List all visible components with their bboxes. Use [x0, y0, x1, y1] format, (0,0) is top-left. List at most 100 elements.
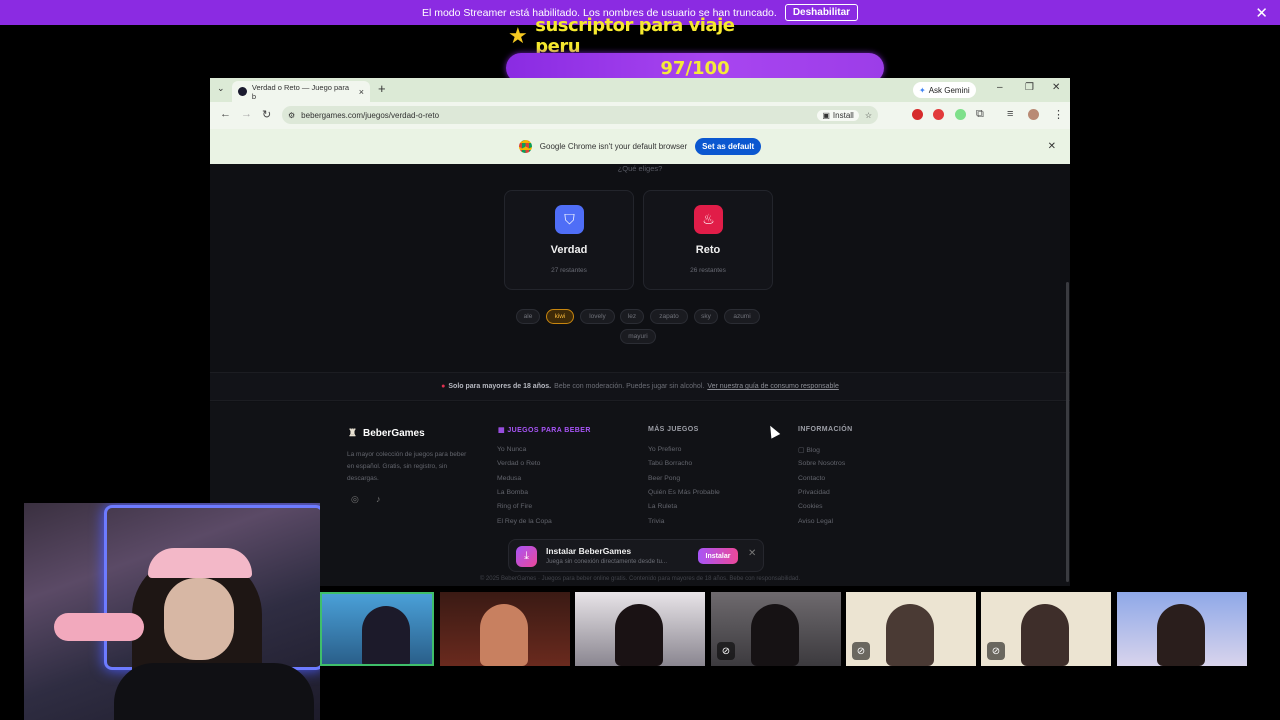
toast-subtitle: Juega sin conexión directamente desde tu…	[546, 558, 668, 565]
install-icon: ▣	[822, 110, 830, 120]
footer-brand[interactable]: ♜ BeberGames	[348, 428, 425, 439]
guest-person	[362, 606, 410, 664]
tab-bar: ⌄ Verdad o Reto — Juego para b × + ✦ Ask…	[210, 78, 1070, 102]
guest-avatar	[1021, 604, 1069, 666]
beer-logo-icon: ♜	[348, 428, 357, 439]
player-chip[interactable]: ale	[516, 309, 540, 324]
footer-link[interactable]: La Bomba	[497, 489, 528, 496]
green-extension-icon[interactable]	[955, 109, 966, 120]
reto-card[interactable]: ♨ Reto 26 restantes	[643, 190, 773, 290]
media-controls-icon[interactable]: ≡	[1007, 108, 1013, 120]
mas-juegos-heading: MÁS JUEGOS	[648, 426, 699, 433]
footer-link[interactable]: Cookies	[798, 503, 823, 510]
verdad-title: Verdad	[550, 244, 588, 256]
page-scrollbar[interactable]	[1066, 282, 1069, 582]
footer-link[interactable]: Trivia	[648, 518, 664, 525]
footer-link[interactable]: Medusa	[497, 475, 521, 482]
player-chip[interactable]: lez	[620, 309, 644, 324]
footer-link[interactable]: Ring of Fire	[497, 503, 532, 510]
footer-link[interactable]: Privacidad	[798, 489, 830, 496]
guest-webcam[interactable]: ⊘	[711, 592, 841, 666]
guest-person	[615, 604, 663, 666]
reto-title: Reto	[695, 244, 721, 256]
web-page: ¿Qué eliges? ⛉ Verdad 27 restantes ♨ Ret…	[210, 164, 1070, 586]
default-browser-infobar: Google Chrome isn't your default browser…	[210, 129, 1070, 164]
new-tab-icon[interactable]: +	[378, 81, 386, 96]
toast-close-icon[interactable]: ✕	[748, 548, 756, 559]
disclaimer-text: Bebe con moderación. Puedes jugar sin al…	[554, 383, 705, 390]
tab-verdad-o-reto[interactable]: Verdad o Reto — Juego para b ×	[232, 81, 370, 102]
guest-person	[480, 604, 528, 666]
player-chip-active[interactable]: kiwi	[546, 309, 574, 324]
verdad-card[interactable]: ⛉ Verdad 27 restantes	[504, 190, 634, 290]
gemini-icon: ✦	[919, 85, 926, 95]
guest-webcam[interactable]	[1117, 592, 1247, 666]
tiktok-icon[interactable]: ♪	[376, 494, 381, 504]
tab-search-icon[interactable]: ⌄	[217, 83, 225, 94]
player-chip[interactable]: lovely	[580, 309, 615, 324]
opera-extension-icon[interactable]	[912, 109, 923, 120]
adblock-extension-icon[interactable]	[933, 109, 944, 120]
disable-streamer-mode-button[interactable]: Deshabilitar	[784, 4, 859, 21]
tab-title: Verdad o Reto — Juego para b	[251, 82, 350, 101]
player-chip[interactable]: zapato	[650, 309, 688, 324]
set-as-default-button[interactable]: Set as default	[695, 138, 762, 155]
bookmark-star-icon[interactable]: ☆	[865, 111, 872, 120]
goal-progress-text: 97/100	[660, 57, 730, 79]
footer-link[interactable]: Aviso Legal	[798, 518, 833, 525]
reload-icon[interactable]: ↻	[262, 108, 271, 121]
guest-webcam[interactable]: ⊘	[846, 592, 976, 666]
star-icon: ★	[508, 23, 528, 49]
forward-icon[interactable]: →	[241, 108, 252, 120]
player-chip[interactable]: azumi	[724, 309, 760, 324]
guest-person	[751, 604, 799, 666]
browser-toolbar: ← → ↻ ⚙ bebergames.com/juegos/verdad-o-r…	[210, 102, 1070, 129]
footer-link[interactable]: Sobre Nosotros	[798, 460, 845, 467]
player-chip[interactable]: sky	[694, 309, 718, 324]
extensions-icon[interactable]: ⧉	[976, 108, 984, 121]
microphone	[54, 613, 144, 641]
responsible-guide-link[interactable]: Ver nuestra guía de consumo responsable	[707, 383, 839, 390]
restore-icon[interactable]: ❐	[1025, 82, 1034, 93]
window-close-icon[interactable]: ✕	[1052, 82, 1060, 93]
footer-link[interactable]: Verdad o Reto	[497, 460, 540, 467]
instagram-icon[interactable]: ◎	[351, 494, 359, 505]
minimize-icon[interactable]: –	[997, 82, 1003, 93]
back-icon[interactable]: ←	[220, 108, 231, 120]
muted-mic-icon: ⊘	[717, 642, 735, 660]
profile-avatar[interactable]	[1028, 109, 1039, 120]
goal-title-text: suscriptor para viaje peru	[535, 15, 735, 57]
footer-link-blog[interactable]: ▢ Blog	[798, 446, 820, 454]
footer-link[interactable]: Yo Nunca	[497, 446, 526, 453]
install-app-button[interactable]: ▣ Install	[817, 109, 859, 121]
guest-webcam[interactable]	[575, 592, 705, 666]
footer-link[interactable]: Quién Es Más Probable	[648, 489, 720, 496]
close-icon[interactable]: ✕	[1255, 4, 1268, 22]
guest-webcam[interactable]: ⊘	[981, 592, 1111, 666]
footer-link[interactable]: Tabú Borracho	[648, 460, 692, 467]
infobar-close-icon[interactable]: ✕	[1048, 141, 1056, 152]
brand-name: BeberGames	[362, 428, 425, 439]
chrome-logo-icon	[518, 140, 532, 153]
footer-link[interactable]: El Rey de la Copa	[497, 518, 552, 525]
guest-webcam[interactable]	[440, 592, 570, 666]
footer-link[interactable]: Yo Prefiero	[648, 446, 681, 453]
footer-link[interactable]: Contacto	[798, 475, 825, 482]
footer-link[interactable]: La Ruleta	[648, 503, 677, 510]
address-bar[interactable]: ⚙ bebergames.com/juegos/verdad-o-reto ▣ …	[282, 106, 878, 124]
ask-gemini-label: Ask Gemini	[928, 85, 970, 95]
warning-icon: ●	[441, 383, 446, 390]
ask-gemini-button[interactable]: ✦ Ask Gemini	[913, 82, 976, 98]
url-text[interactable]: bebergames.com/juegos/verdad-o-reto	[301, 111, 811, 120]
player-chip[interactable]: mayuri	[620, 329, 656, 344]
guest-webcam[interactable]	[320, 592, 434, 666]
close-tab-icon[interactable]: ×	[359, 87, 364, 97]
site-info-icon[interactable]: ⚙	[288, 111, 295, 120]
brand-description: La mayor colección de juegos para beber …	[347, 451, 467, 482]
goal-title: ★ suscriptor para viaje peru	[508, 15, 768, 57]
footer-link[interactable]: Beer Pong	[648, 475, 680, 482]
menu-dots-icon[interactable]: ⋮	[1053, 108, 1064, 121]
toast-title: Instalar BeberGames	[546, 546, 632, 556]
install-button[interactable]: Instalar	[698, 548, 738, 564]
copyright-text: © 2025 BeberGames · Juegos para beber on…	[479, 576, 801, 582]
